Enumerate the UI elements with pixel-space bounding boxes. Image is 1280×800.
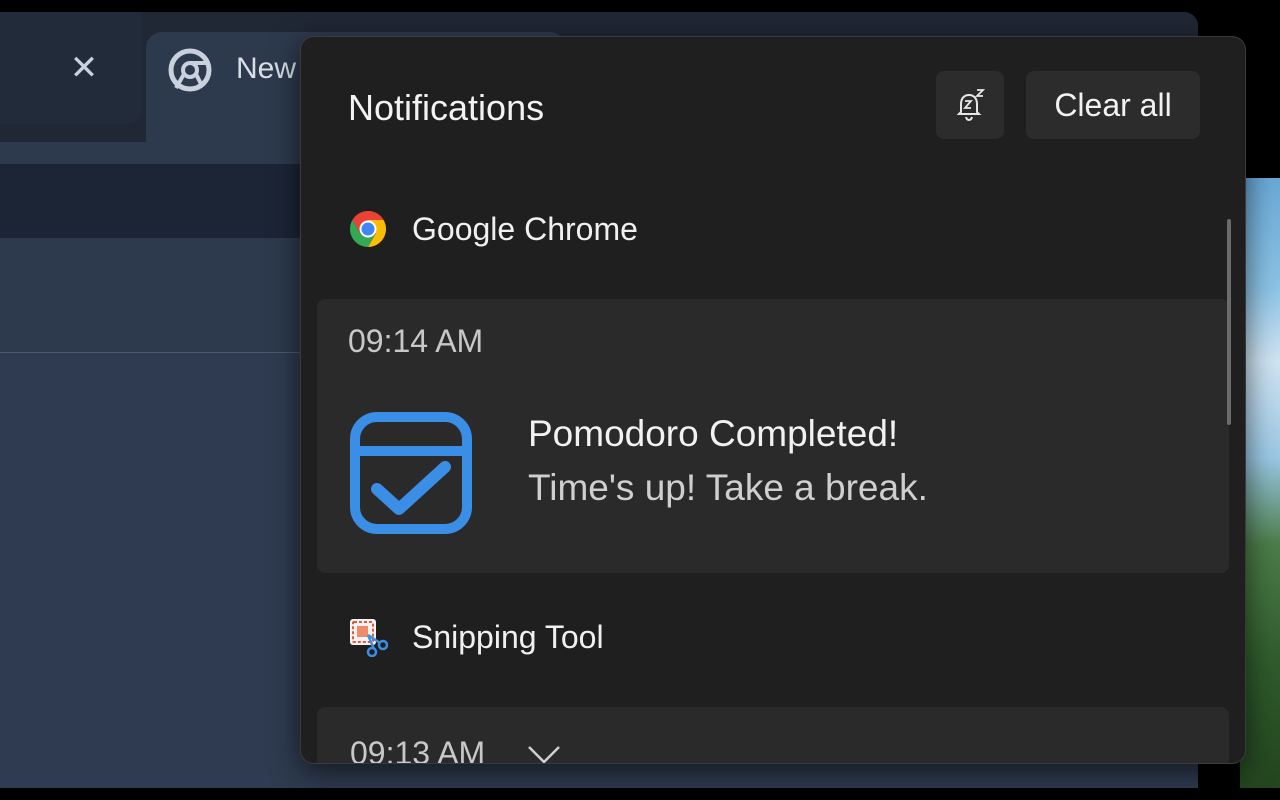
desktop: ✕ New Notifications Clear all Google Chr… [0,0,1280,800]
group-header-google-chrome[interactable]: Google Chrome [348,209,638,249]
clear-all-button[interactable]: Clear all [1026,71,1200,139]
app-name-google-chrome: Google Chrome [412,210,638,247]
notification-title: Pomodoro Completed! [528,413,899,454]
bell-snooze-icon [956,89,986,122]
tab-close-icon[interactable]: ✕ [68,51,100,85]
do-not-disturb-button[interactable] [936,71,1004,139]
tab-title: New [236,52,297,85]
desktop-wallpaper [1240,178,1280,788]
notification-card-snipping[interactable]: 09:13 AM [317,707,1229,764]
group-header-snipping-tool[interactable]: Snipping Tool [348,617,604,657]
notification-center: Notifications Clear all Google Chrome 09… [300,36,1246,764]
chrome-tab-icon [168,48,212,92]
notification-time: 09:14 AM [348,323,484,359]
chevron-down-icon[interactable] [527,745,561,764]
tab-previous[interactable]: ✕ [0,12,142,124]
scrollbar-thumb[interactable] [1227,219,1231,425]
app-name-snipping-tool: Snipping Tool [412,618,604,655]
google-chrome-icon [349,211,387,247]
panel-title: Notifications [348,87,545,128]
notification-time: 09:13 AM [350,735,486,764]
snipping-tool-icon [350,619,388,657]
calendar-check-icon [350,412,472,534]
notification-body: Time's up! Take a break. [528,467,928,508]
notification-card-pomodoro[interactable]: 09:14 AM Pomodoro Completed! Time's up! … [317,299,1229,573]
